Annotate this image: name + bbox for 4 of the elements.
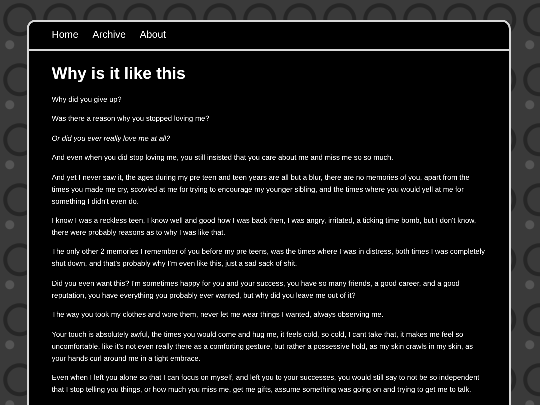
nav-link[interactable]: About <box>140 30 166 41</box>
nav-link[interactable]: Archive <box>92 30 126 41</box>
nav-link[interactable]: Home <box>52 30 79 41</box>
post-title: Why is it like this <box>52 65 187 84</box>
